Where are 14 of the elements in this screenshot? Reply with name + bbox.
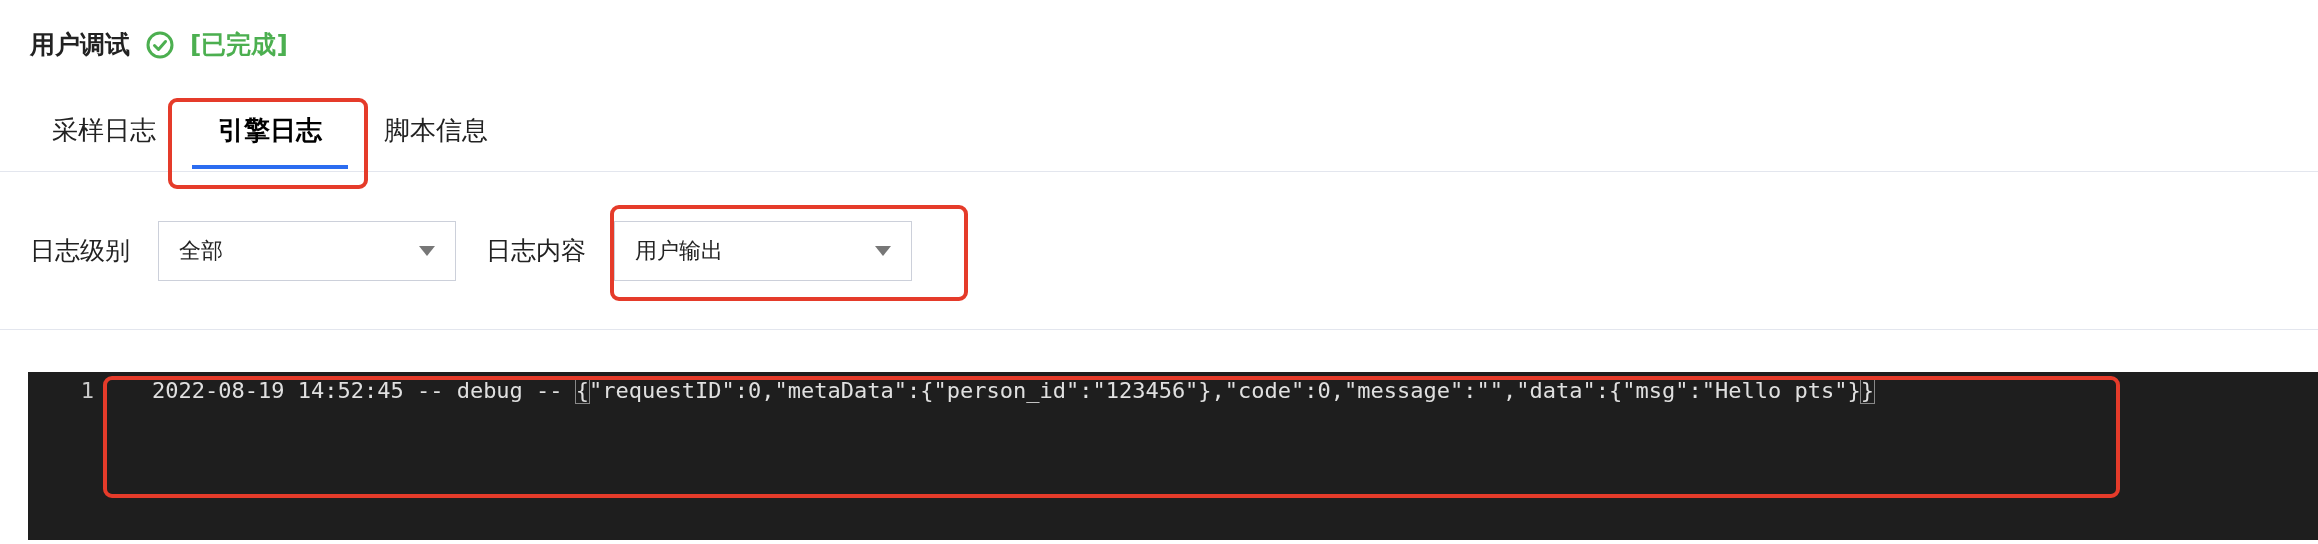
check-circle-icon [146, 31, 174, 59]
status-label: [已完成] [190, 29, 288, 62]
caret-icon [875, 245, 891, 256]
caret-icon [419, 245, 435, 256]
line-number: 1 [79, 376, 95, 405]
tab[interactable]: 引擎日志 [178, 90, 362, 171]
filter-label: 日志内容 [486, 234, 586, 267]
log-line: 2022-08-19 14:52:45 -- debug -- {"requestID":0,"metaData":{"person_id":"123456"},"code":0,"message":"","data":{"msg":"Hello pts"}} [152, 376, 1874, 405]
tab[interactable]: 脚本信息 [362, 90, 510, 171]
dropdown[interactable]: 用户输出 [614, 220, 912, 281]
page-title: 用户调试 [30, 29, 130, 62]
dropdown[interactable]: 全部 [158, 220, 456, 281]
filter-label: 日志级别 [30, 234, 130, 267]
tab[interactable]: 采样日志 [30, 90, 178, 171]
